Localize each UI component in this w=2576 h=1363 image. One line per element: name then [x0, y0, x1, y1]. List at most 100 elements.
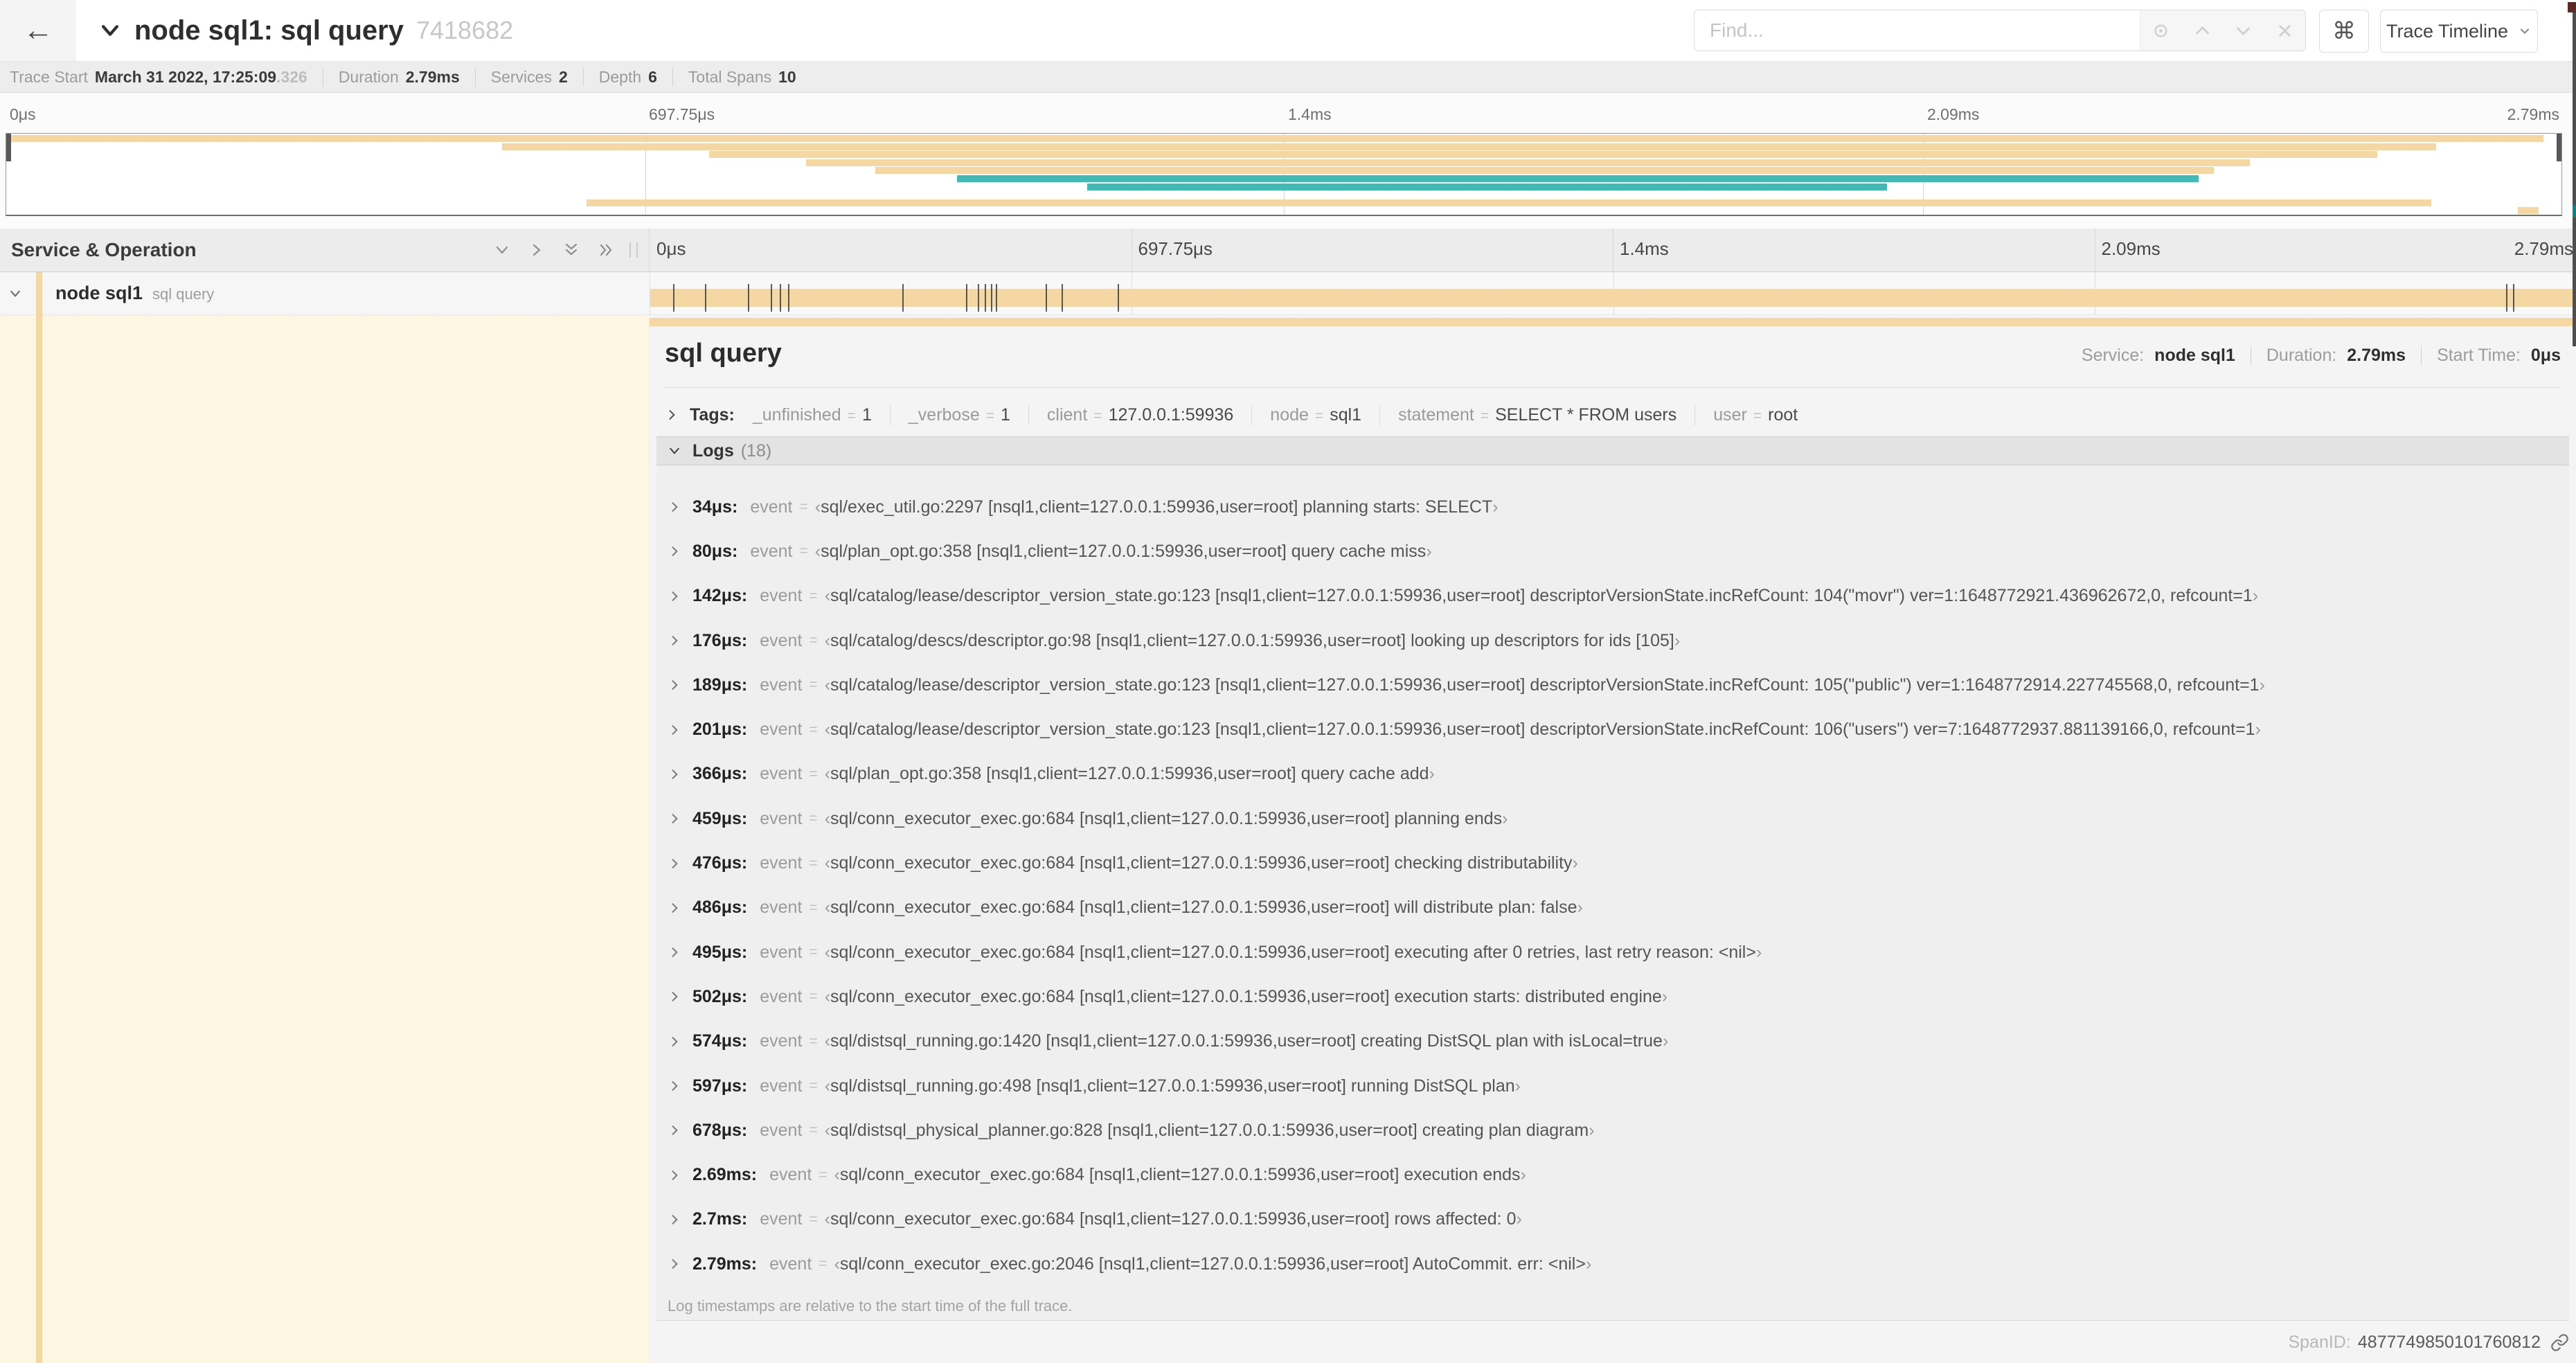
log-row[interactable]: 176μs: event = ‹sql/catalog/descs/descri… [668, 618, 2569, 663]
log-message: ‹sql/distsql_physical_planner.go:828 [ns… [824, 1120, 1595, 1140]
clear-find-close-icon[interactable] [2275, 21, 2294, 40]
minimap-right-scrubber-handle[interactable] [2557, 134, 2561, 161]
collapse-all-double-chevron-down-icon[interactable] [563, 242, 580, 258]
collapse-one-chevron-down-icon[interactable] [494, 242, 510, 258]
log-marker-tick [780, 284, 782, 312]
span-row-timeline-cell[interactable] [650, 272, 2576, 315]
log-row[interactable]: 597μs: event = ‹sql/distsql_running.go:4… [668, 1064, 2569, 1108]
chevron-right-icon[interactable] [668, 767, 681, 781]
log-row[interactable]: 476μs: event = ‹sql/conn_executor_exec.g… [668, 841, 2569, 885]
chevron-right-icon[interactable] [668, 857, 681, 871]
trace-summary-item: Duration 2.79ms [322, 67, 460, 87]
span-row-node-sql1[interactable]: node sql1 sql query [0, 272, 2576, 315]
tag-key: client [1046, 404, 1088, 425]
chevron-right-icon[interactable] [668, 500, 681, 514]
tags-accordion-header[interactable]: Tags: _unfinished = 1 _verbose = 1 clien… [665, 397, 1798, 433]
column-resize-handle[interactable] [629, 242, 638, 258]
minimap-span-bar [586, 199, 2431, 206]
expand-one-chevron-right-icon[interactable] [528, 242, 545, 258]
find-input[interactable] [1694, 10, 2140, 51]
span-collapse-chevron-down-icon[interactable] [8, 287, 22, 301]
trace-summary-item: Trace Start March 31 2022, 17:25:09 .326 [10, 68, 307, 87]
logs-list: 34μs: event = ‹sql/exec_util.go:2297 [ns… [656, 465, 2569, 1321]
log-row[interactable]: 2.79ms: event = ‹sql/conn_executor_exec.… [668, 1242, 2569, 1286]
log-field-name: event [760, 986, 803, 1006]
log-row[interactable]: 486μs: event = ‹sql/conn_executor_exec.g… [668, 886, 2569, 930]
log-row[interactable]: 495μs: event = ‹sql/conn_executor_exec.g… [668, 930, 2569, 974]
minimap-axis-tick: 1.4ms [1288, 105, 1332, 123]
chevron-right-icon[interactable] [668, 589, 681, 603]
log-row[interactable]: 678μs: event = ‹sql/distsql_physical_pla… [668, 1108, 2569, 1152]
span-meta-item: Service: node sql1 [2082, 346, 2235, 366]
summary-label: Trace Start [10, 67, 88, 86]
tag-value: SELECT * FROM users [1495, 404, 1677, 425]
equals-sign: = [1753, 407, 1762, 424]
command-icon: ⌘ [2332, 18, 2356, 44]
tag-key: statement [1398, 404, 1474, 425]
minimap-left-scrubber-handle[interactable] [6, 134, 11, 161]
log-row[interactable]: 574μs: event = ‹sql/distsql_running.go:1… [668, 1019, 2569, 1064]
tag-value: root [1768, 404, 1798, 425]
log-row[interactable]: 201μs: event = ‹sql/catalog/lease/descri… [668, 707, 2569, 751]
keyboard-shortcuts-button[interactable]: ⌘ [2319, 10, 2369, 53]
log-row[interactable]: 366μs: event = ‹sql/plan_opt.go:358 [nsq… [668, 752, 2569, 796]
chevron-right-icon[interactable] [668, 1257, 681, 1271]
equals-sign: = [1093, 407, 1102, 424]
span-detail-title: sql query [665, 339, 782, 368]
timeline-minimap[interactable] [6, 133, 2562, 216]
log-row[interactable]: 2.7ms: event = ‹sql/conn_executor_exec.g… [668, 1197, 2569, 1242]
link-icon[interactable] [2550, 1333, 2569, 1352]
span-id-label: SpanID: [2288, 1332, 2351, 1352]
minimap-span-bar [805, 159, 2250, 166]
log-timestamp: 2.69ms: [692, 1165, 758, 1185]
log-row[interactable]: 80μs: event = ‹sql/plan_opt.go:358 [nsql… [668, 529, 2569, 573]
find-prev-chevron-up-icon[interactable] [2193, 21, 2212, 40]
locate-icon[interactable] [2152, 21, 2170, 40]
log-message: ‹sql/conn_executor_exec.go:684 [nsql1,cl… [834, 1165, 1526, 1185]
chevron-right-icon[interactable] [668, 1123, 681, 1137]
log-row[interactable]: 142μs: event = ‹sql/catalog/lease/descri… [668, 574, 2569, 618]
expand-all-double-chevron-right-icon[interactable] [598, 242, 614, 258]
meta-label: Duration: [2266, 346, 2337, 365]
log-marker-tick [672, 284, 674, 312]
log-row[interactable]: 189μs: event = ‹sql/catalog/lease/descri… [668, 663, 2569, 707]
chevron-right-icon[interactable] [668, 1079, 681, 1093]
log-field-name: event [760, 942, 803, 962]
page-scrollbar[interactable] [2573, 6, 2576, 346]
log-timestamp: 2.79ms: [692, 1254, 758, 1274]
find-next-chevron-down-icon[interactable] [2234, 21, 2253, 40]
tag-key: _verbose [908, 404, 980, 425]
span-row-name-cell[interactable]: node sql1 sql query [0, 272, 650, 315]
log-row[interactable]: 502μs: event = ‹sql/conn_executor_exec.g… [668, 974, 2569, 1019]
back-button[interactable]: ← [0, 0, 76, 61]
chevron-right-icon[interactable] [668, 945, 681, 959]
span-duration-bar[interactable] [650, 289, 2576, 307]
logs-accordion-header[interactable]: Logs (18) [656, 436, 2569, 465]
equals-sign: = [809, 765, 818, 782]
log-row[interactable]: 459μs: event = ‹sql/conn_executor_exec.g… [668, 796, 2569, 841]
chevron-right-icon[interactable] [668, 1168, 681, 1182]
collapse-trace-chevron-down-icon[interactable] [98, 19, 122, 42]
minimap-span-bar [875, 167, 2215, 175]
minimap-span-bar [2518, 207, 2539, 215]
log-row[interactable]: 2.69ms: event = ‹sql/conn_executor_exec.… [668, 1152, 2569, 1197]
chevron-right-icon[interactable] [668, 723, 681, 737]
chevron-right-icon[interactable] [668, 678, 681, 692]
timeline-axis-tick: 1.4ms [1620, 238, 1669, 259]
equals-sign: = [809, 899, 818, 916]
chevron-right-icon[interactable] [668, 1035, 681, 1049]
equals-sign: = [809, 1078, 818, 1094]
equals-sign: = [809, 721, 818, 738]
chevron-right-icon[interactable] [668, 1213, 681, 1227]
span-id-row: SpanID: 4877749850101760812 [656, 1325, 2569, 1360]
trace-view-selector-button[interactable]: Trace Timeline [2380, 10, 2538, 53]
chevron-right-icon[interactable] [668, 901, 681, 915]
span-meta-item: Duration: 2.79ms [2250, 346, 2406, 366]
log-timestamp: 142μs: [692, 586, 748, 606]
log-row[interactable]: 34μs: event = ‹sql/exec_util.go:2297 [ns… [668, 485, 2569, 529]
chevron-right-icon[interactable] [668, 812, 681, 826]
chevron-right-icon[interactable] [668, 634, 681, 648]
chevron-right-icon[interactable] [668, 990, 681, 1004]
chevron-right-icon[interactable] [668, 544, 681, 558]
log-timestamp: 201μs: [692, 720, 748, 740]
